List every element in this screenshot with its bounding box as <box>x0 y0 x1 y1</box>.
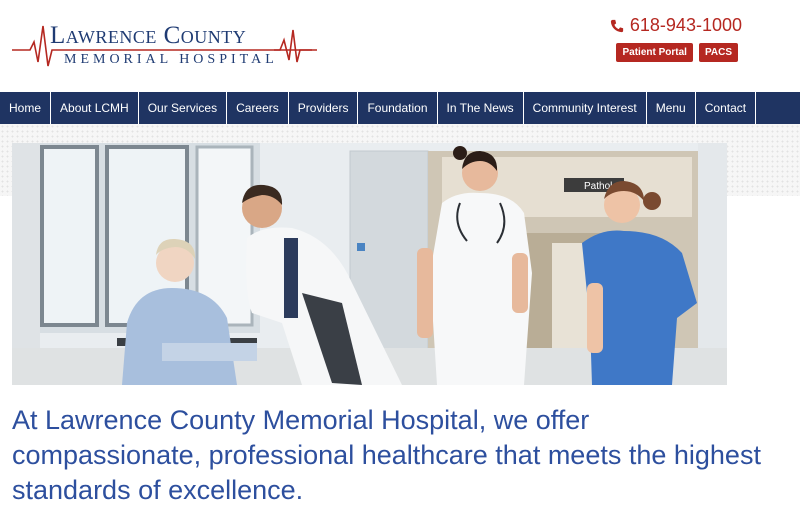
phone-number[interactable]: 618-943-1000 <box>610 15 742 36</box>
site-header: Lawrence County MEMORIAL HOSPITAL 618-94… <box>0 0 800 92</box>
nav-item-menu[interactable]: Menu <box>647 92 696 124</box>
nav-item-community[interactable]: Community Interest <box>524 92 647 124</box>
phone-number-text: 618-943-1000 <box>629 15 742 35</box>
nav-item-providers[interactable]: Providers <box>289 92 359 124</box>
hero-tagline: At Lawrence County Memorial Hospital, we… <box>12 405 761 505</box>
top-buttons: Patient Portal PACS <box>616 43 738 62</box>
nav-item-about[interactable]: About LCMH <box>51 92 139 124</box>
logo-name: Lawrence County <box>50 22 247 49</box>
nav-item-contact[interactable]: Contact <box>696 92 757 124</box>
hospital-logo[interactable]: Lawrence County MEMORIAL HOSPITAL <box>12 22 317 74</box>
hospital-staff-illustration: Pathol <box>12 143 727 385</box>
logo-subtitle: MEMORIAL HOSPITAL <box>64 52 278 67</box>
hero-image: Pathol <box>12 143 727 385</box>
phone-icon <box>610 19 624 32</box>
main-navigation: Home About LCMH Our Services Careers Pro… <box>0 92 800 124</box>
patient-portal-button[interactable]: Patient Portal <box>616 43 693 62</box>
pacs-button[interactable]: PACS <box>698 43 738 62</box>
nav-item-home[interactable]: Home <box>0 92 52 124</box>
nav-item-services[interactable]: Our Services <box>139 92 228 124</box>
nav-item-news[interactable]: In The News <box>438 92 524 124</box>
nav-item-careers[interactable]: Careers <box>227 92 289 124</box>
nav-item-foundation[interactable]: Foundation <box>358 92 438 124</box>
